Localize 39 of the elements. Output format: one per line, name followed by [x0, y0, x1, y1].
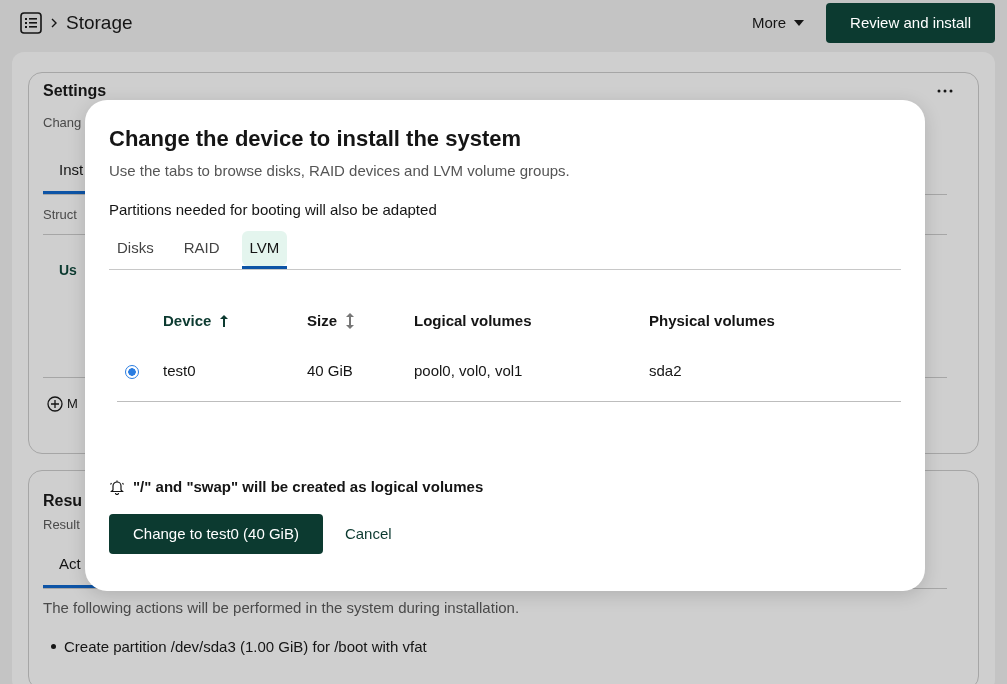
- confirm-button[interactable]: Change to test0 (40 GiB): [109, 514, 323, 555]
- chevron-right-icon: [50, 17, 58, 29]
- dialog-description: Use the tabs to browse disks, RAID devices and LVM volume groups.: [109, 161, 571, 182]
- dialog-notice: Partitions needed for booting will also be adapted: [109, 199, 438, 220]
- bell-icon: [109, 479, 125, 496]
- dialog-title: Change the device to install the system: [109, 126, 522, 153]
- column-header[interactable]: Size: [307, 309, 355, 333]
- card-title: Resu: [43, 492, 83, 509]
- list-icon: [20, 12, 42, 34]
- card-title: Settings: [43, 81, 107, 101]
- info-text: "/" and "swap" will be created as logical volumes: [133, 476, 484, 497]
- tab[interactable]: RAID: [175, 229, 228, 269]
- description-text: The following actions will be performed in the system during installation.: [43, 599, 520, 616]
- sort-icon: [345, 313, 355, 330]
- table-cell: sda2: [649, 362, 682, 380]
- bullet-icon: [51, 644, 56, 650]
- review-install-button[interactable]: Review and install: [826, 3, 995, 43]
- plus-circle-icon: [47, 395, 63, 412]
- structure-text: Struct: [43, 207, 77, 222]
- page-title: Storage: [66, 10, 133, 35]
- card-subtitle: Chang: [43, 115, 82, 130]
- cancel-button[interactable]: Cancel: [338, 519, 398, 550]
- table-cell: pool0, vol0, vol1: [414, 362, 523, 380]
- radio-button[interactable]: [125, 365, 139, 380]
- tab[interactable]: LVM: [241, 229, 288, 269]
- add-action-link[interactable]: M: [67, 394, 78, 414]
- column-header[interactable]: Logical volumes: [414, 309, 532, 333]
- table-cell: 40 GiB: [307, 362, 353, 380]
- more-menu-button[interactable]: More: [745, 11, 811, 35]
- card-subtitle: Result: [43, 517, 80, 532]
- action-item: Create partition /dev/sda3 (1.00 GiB) for /boot with vfat: [64, 636, 427, 657]
- column-header[interactable]: Device: [163, 309, 230, 333]
- column-header[interactable]: Physical volumes: [649, 309, 775, 333]
- section-heading: Us: [59, 261, 77, 278]
- caret-down-icon: [794, 20, 805, 26]
- table-cell: test0: [163, 362, 196, 380]
- kebab-menu-icon: [937, 89, 953, 93]
- sort-ascending-icon: [219, 314, 230, 329]
- tab[interactable]: Disks: [109, 229, 162, 269]
